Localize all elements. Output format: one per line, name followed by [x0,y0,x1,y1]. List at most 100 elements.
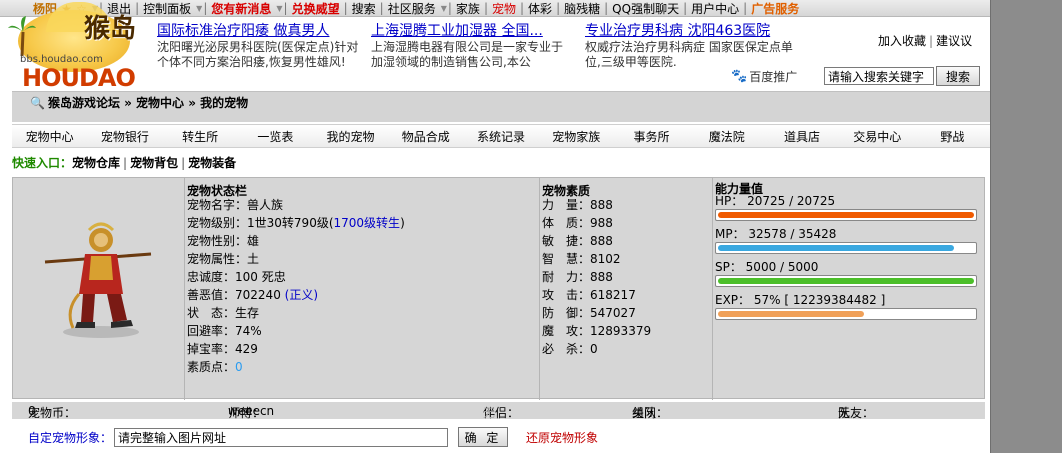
search-link[interactable]: 搜索 [349,0,379,17]
ad-block[interactable]: 上海湿腾工业加湿器 全国... 上海湿腾电器有限公司是一家专业于加湿领域的制造销… [371,24,571,70]
ad-title[interactable]: 上海湿腾工业加湿器 全国... [371,24,571,39]
quality-row: 防 御：547027 [542,306,636,320]
exp-label: EXP： 57% [ 12239384482 ] [715,293,886,307]
pet-menu: 宠物中心 宠物银行 转生所 一览表 我的宠物 物品合成 系统记录 宠物家族 事务… [12,124,990,148]
status-drop-row: 掉宝率：429 [187,342,258,356]
user-center-link[interactable]: 用户中心 [688,0,742,17]
redeem-link[interactable]: 兑换威望 [289,0,343,17]
quick-link-backpack[interactable]: 宠物背包 [130,156,178,170]
status-gender-row: 宠物性别：雄 [187,234,260,248]
exp-bar-fill [718,311,864,317]
pet-info-bar: 宠物币： 0 师傅： weeecn 伴侣：无 组队： 关闭 队友：无 [12,402,985,420]
sp-bar-fill [718,278,974,284]
menu-item[interactable]: 我的宠物 [313,128,388,145]
custom-avatar-url-input[interactable] [114,427,449,447]
menu-item[interactable]: 事务所 [614,128,689,145]
status-dodge-row: 回避率：74% [187,324,262,338]
menu-item[interactable]: 宠物中心 [12,128,87,145]
ad-service-link[interactable]: 广告服务 [748,0,802,17]
pet-link[interactable]: 宠物 [489,0,519,17]
add-favorite-link[interactable]: 加入收藏 [878,34,926,48]
breadcrumb-text[interactable]: 猴岛游戏论坛 » 宠物中心 » 我的宠物 [48,94,248,111]
menu-item[interactable]: 宠物家族 [539,128,614,145]
status-header: 宠物状态栏 [187,184,248,198]
lottery-link[interactable]: 体彩 [525,0,555,17]
custom-avatar-form: 自定宠物形象： 确 定 还原宠物形象 [28,427,598,447]
hp-bar [715,209,977,221]
baidu-paw-icon: 🐾 [731,69,748,84]
mp-label: MP： 32578 / 35428 [715,227,837,241]
pet-panel: 宠物状态栏 宠物名字：兽人族 宠物级别：1世30转790级(1700级转生) 宠… [12,177,985,400]
candy-link[interactable]: 脑残糖 [561,0,603,17]
menu-item[interactable]: 转生所 [162,128,237,145]
ad-block[interactable]: 专业治疗男科病 沈阳463医院 权威疗法治疗男科病症 国家医保定点单位,三级甲等… [585,24,795,70]
quality-row: 体 质：988 [542,216,613,230]
status-points-row: 素质点：0 [187,360,243,374]
header-links: 加入收藏 | 建议议 [878,34,973,48]
status-column: 宠物状态栏 宠物名字：兽人族 宠物级别：1世30转790级(1700级转生) 宠… [184,178,539,400]
ad-desc: 上海湿腾电器有限公司是一家专业于加湿领域的制造销售公司,本公 [371,40,564,69]
logo-en: HOUDAO [22,64,136,92]
sp-label: SP： 5000 / 5000 [715,260,819,274]
quality-header: 宠物素质 [542,184,591,198]
ad-desc: 权威疗法治疗男科病症 国家医保定点单位,三级甲等医院. [585,40,793,69]
menu-item[interactable]: 交易中心 [840,128,915,145]
quick-entry: 快速入口：宠物仓库 | 宠物背包 | 宠物装备 [12,156,237,170]
menu-item[interactable]: 道具店 [764,128,839,145]
status-attr-row: 宠物属性：土 [187,252,260,266]
ad-title[interactable]: 国际标准治疗阳痿 做真男人 [157,24,367,39]
hp-bar-fill [718,212,974,218]
baidu-promo-label: 百度推广 [749,70,798,84]
ad-title[interactable]: 专业治疗男科病 沈阳463医院 [585,24,795,39]
custom-avatar-label: 自定宠物形象： [28,430,113,445]
mp-bar [715,242,977,254]
suggest-link[interactable]: 建议议 [936,34,972,48]
ad-desc: 沈阳曙光泌尿男科医院(医保定点)针对个体不同方案治阳痿,恢复男性雄风! [157,40,359,69]
family-link[interactable]: 家族 [453,0,483,17]
menu-item[interactable]: 一览表 [238,128,313,145]
community-link[interactable]: 社区服务 [385,0,439,17]
quick-link-equipment[interactable]: 宠物装备 [188,156,236,170]
qq-chat-link[interactable]: QQ强制聊天 [609,0,682,17]
quality-row: 力 量：888 [542,198,613,212]
confirm-button[interactable]: 确 定 [458,427,509,447]
karma-link[interactable]: (正义) [285,288,318,302]
quick-link-warehouse[interactable]: 宠物仓库 [72,156,120,170]
rebirth-link[interactable]: 1700级转生 [334,216,401,230]
site-logo[interactable]: 猴岛 bbs.houdao.com HOUDAO [4,2,154,94]
menu-item[interactable]: 系统记录 [463,128,538,145]
ability-header: 能力量值 [715,182,764,196]
points-link[interactable]: 0 [235,360,243,374]
pet-avatar [44,222,152,338]
sp-bar [715,275,977,287]
menu-item[interactable]: 物品合成 [388,128,463,145]
logo-cn: 猴岛 [84,14,137,44]
quick-entry-label: 快速入口： [12,156,73,170]
quality-row: 攻 击：618217 [542,288,636,302]
magnifier-icon: 🔍 [30,95,45,110]
mp-bar-fill [718,245,954,251]
menu-item[interactable]: 魔法院 [689,128,764,145]
hp-label: HP： 20725 / 20725 [715,194,836,208]
right-gutter [990,0,1062,453]
page: 杨阳 ★ ☆▼ | 退出 | 控制面板▼ | 您有新消息▼ | 兑换威望 | 搜… [0,0,990,453]
quality-row: 敏 捷：888 [542,234,613,248]
quality-column: 宠物素质 力 量：888 体 质：988 敏 捷：888 智 慧：8102 耐 … [539,178,713,400]
ability-column: 能力量值 HP： 20725 / 20725 MP： 32578 / 35428… [713,178,984,400]
status-loyalty-row: 忠诚度：100 死忠 [187,270,286,284]
search-input[interactable] [824,67,934,85]
status-level-row: 宠物级别：1世30转790级(1700级转生) [187,216,405,230]
restore-avatar-link[interactable]: 还原宠物形象 [526,429,598,446]
ad-block[interactable]: 国际标准治疗阳痿 做真男人 沈阳曙光泌尿男科医院(医保定点)针对个体不同方案治阳… [157,24,367,70]
search-button[interactable]: 搜索 [936,66,980,86]
baidu-promo[interactable]: 🐾 百度推广 [731,68,797,85]
status-state-row: 状 态：生存 [187,306,260,320]
breadcrumb-bar: 🔍 猴岛游戏论坛 » 宠物中心 » 我的宠物 [12,91,990,122]
new-messages-link[interactable]: 您有新消息 [208,0,274,17]
quality-row: 必 杀：0 [542,342,598,356]
status-karma-row: 善恶值：702240 (正义) [187,288,319,302]
menu-item[interactable]: 野战 [915,128,990,145]
menu-item[interactable]: 宠物银行 [87,128,162,145]
palm-tree-icon [8,16,36,56]
quality-row: 智 慧：8102 [542,252,621,266]
